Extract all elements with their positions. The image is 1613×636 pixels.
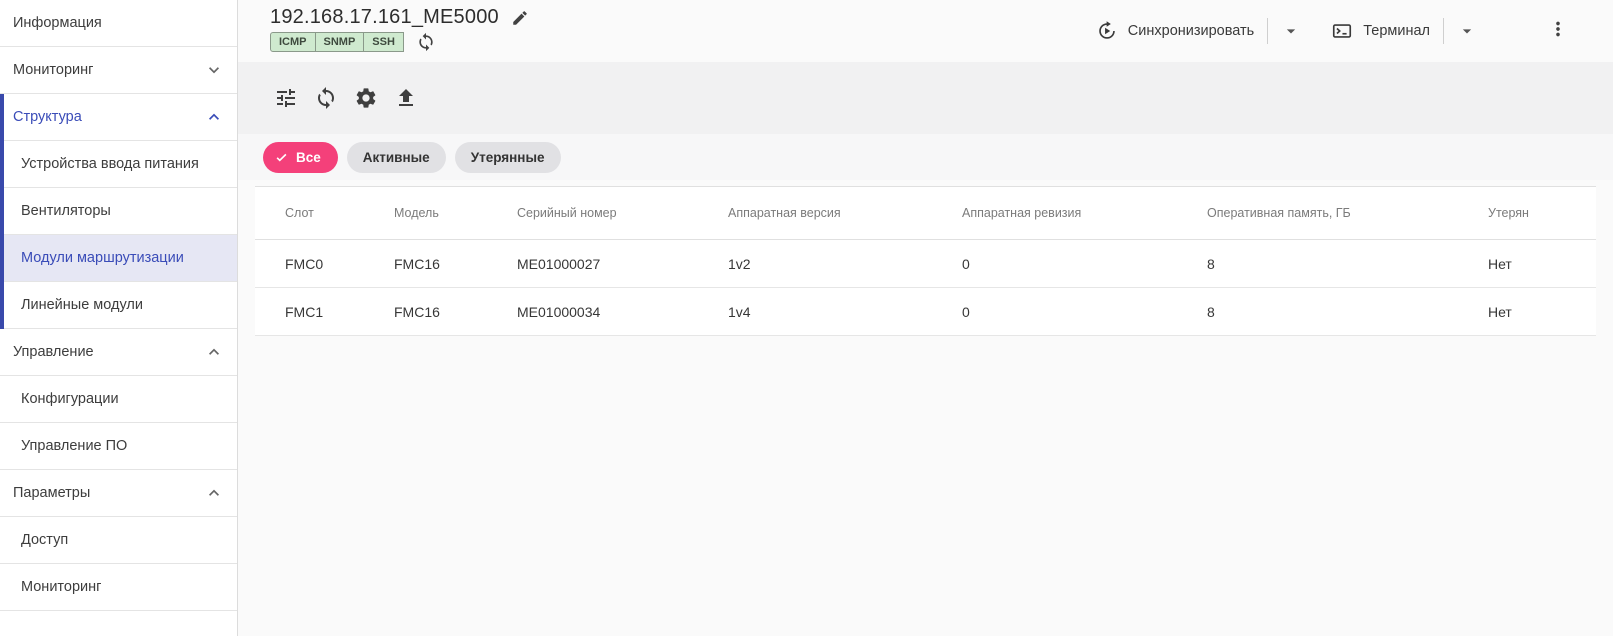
cell-hw-version: 1v2 (728, 255, 751, 272)
cell-lost: Нет (1488, 303, 1512, 320)
column-header-lost: Утерян (1488, 206, 1529, 220)
tune-icon[interactable] (274, 86, 298, 110)
filter-chip-all[interactable]: Все (263, 141, 338, 173)
pencil-icon (513, 10, 527, 25)
sidebar-item-label: Информация (13, 15, 102, 31)
column-header-hw-version: Аппаратная версия (728, 206, 841, 220)
table-row[interactable]: FMC0 FMC16 ME01000027 1v2 0 8 Нет (255, 240, 1596, 288)
divider (1443, 18, 1444, 44)
cell-slot: FMC0 (285, 255, 324, 272)
sidebar-group-structure[interactable]: Структура (4, 94, 237, 141)
terminal-button[interactable]: Терминал (1331, 20, 1430, 42)
sidebar-item-label: Доступ (21, 532, 69, 548)
table-toolbar (238, 62, 1613, 134)
cell-lost: Нет (1488, 255, 1512, 272)
sidebar-item-access[interactable]: Доступ (0, 517, 237, 564)
device-header: 192.168.17.161_ME5000 ICMP SNMP SSH Синх… (238, 0, 1613, 62)
sidebar-item-label: Конфигурации (21, 391, 119, 407)
sidebar-item-label: Линейные модули (21, 297, 143, 313)
column-header-slot: Слот (285, 206, 314, 220)
app-window: Информация Мониторинг Структура Устройст… (0, 0, 1613, 636)
sidebar-item-power-input-devices[interactable]: Устройства ввода питания (4, 141, 237, 188)
cell-serial: ME01000034 (517, 303, 601, 320)
protocol-badge-icmp: ICMP (270, 32, 316, 52)
sidebar-item-fans[interactable]: Вентиляторы (4, 188, 237, 235)
sidebar-item-label: Мониторинг (13, 62, 94, 78)
terminal-icon (1333, 24, 1352, 38)
upload-icon[interactable] (394, 86, 418, 110)
sidebar-group-management[interactable]: Управление (0, 329, 237, 376)
sidebar-item-routing-modules[interactable]: Модули маршрутизации (4, 235, 237, 282)
sidebar-item-label: Модули маршрутизации (21, 250, 184, 266)
sidebar-item-label: Параметры (13, 485, 91, 501)
sidebar-item-label: Структура (13, 109, 82, 125)
cell-model: FMC16 (394, 303, 440, 320)
sidebar-group-parameters[interactable]: Параметры (0, 470, 237, 517)
filter-chip-label: Утерянные (470, 149, 545, 165)
filter-chip-lost[interactable]: Утерянные (454, 141, 561, 173)
gear-icon[interactable] (354, 86, 378, 110)
protocol-badge-ssh: SSH (363, 32, 404, 52)
refresh-protocols-button[interactable] (416, 32, 436, 52)
header-actions: Синхронизировать Терминал (1096, 0, 1613, 62)
sidebar-item-configurations[interactable]: Конфигурации (0, 376, 237, 423)
chevron-up-icon (209, 489, 219, 496)
cell-ram: 8 (1207, 303, 1215, 320)
sync-icon (419, 32, 433, 52)
terminal-label: Терминал (1363, 23, 1430, 39)
sidebar-item-label: Мониторинг (21, 579, 102, 595)
filter-chip-label: Активные (362, 149, 430, 165)
column-header-hw-revision: Аппаратная ревизия (962, 206, 1082, 220)
terminal-dropdown-caret[interactable] (1457, 21, 1477, 41)
filter-chip-label: Все (296, 149, 321, 165)
table-header-row: Слот Модель Серийный номер Аппаратная ве… (255, 186, 1596, 240)
sidebar-group-structure-expanded: Структура Устройства ввода питания Венти… (0, 94, 237, 329)
sidebar-item-label: Управление (13, 344, 94, 360)
column-header-ram: Оперативная память, ГБ (1207, 206, 1351, 220)
refresh-icon[interactable] (314, 86, 338, 110)
page-title: 192.168.17.161_ME5000 (270, 6, 499, 28)
sidebar-item-label: Устройства ввода питания (21, 156, 199, 172)
chevron-up-icon (209, 113, 219, 120)
sidebar: Информация Мониторинг Структура Устройст… (0, 0, 238, 636)
chevron-down-icon (209, 67, 219, 74)
sidebar-item-software-management[interactable]: Управление ПО (0, 423, 237, 470)
more-menu-button[interactable] (1547, 18, 1569, 45)
protocol-badges: ICMP SNMP SSH (270, 32, 529, 52)
cell-serial: ME01000027 (517, 255, 601, 272)
device-title-block: 192.168.17.161_ME5000 ICMP SNMP SSH (270, 0, 529, 62)
divider (1267, 18, 1269, 44)
sync-dropdown-caret[interactable] (1281, 21, 1301, 41)
check-icon (276, 153, 287, 161)
chevron-up-icon (209, 348, 219, 355)
cell-slot: FMC1 (285, 303, 324, 320)
kebab-menu-icon (1556, 21, 1560, 36)
edit-title-button[interactable] (511, 9, 529, 27)
sidebar-group-monitoring[interactable]: Мониторинг (0, 47, 237, 94)
column-header-serial: Серийный номер (517, 206, 617, 220)
modules-table: Слот Модель Серийный номер Аппаратная ве… (255, 186, 1596, 336)
sync-play-icon (1099, 21, 1115, 39)
synchronize-label: Синхронизировать (1127, 23, 1255, 39)
filter-chips: Все Активные Утерянные (238, 134, 1613, 180)
main-area: 192.168.17.161_ME5000 ICMP SNMP SSH Синх… (238, 0, 1613, 636)
cell-hw-revision: 0 (962, 303, 970, 320)
cell-model: FMC16 (394, 255, 440, 272)
sidebar-item-label: Вентиляторы (21, 203, 111, 219)
synchronize-button[interactable]: Синхронизировать (1096, 20, 1254, 42)
sidebar-item-line-modules[interactable]: Линейные модули (4, 282, 237, 329)
table-row[interactable]: FMC1 FMC16 ME01000034 1v4 0 8 Нет (255, 288, 1596, 336)
cell-ram: 8 (1207, 255, 1215, 272)
cell-hw-version: 1v4 (728, 303, 751, 320)
protocol-badge-snmp: SNMP (314, 32, 365, 52)
sidebar-item-information[interactable]: Информация (0, 0, 237, 47)
column-header-model: Модель (394, 206, 439, 220)
content-area: Слот Модель Серийный номер Аппаратная ве… (238, 180, 1613, 636)
cell-hw-revision: 0 (962, 255, 970, 272)
filter-chip-active[interactable]: Активные (346, 141, 446, 173)
sidebar-item-monitoring-params[interactable]: Мониторинг (0, 564, 237, 611)
sidebar-item-label: Управление ПО (21, 438, 128, 454)
